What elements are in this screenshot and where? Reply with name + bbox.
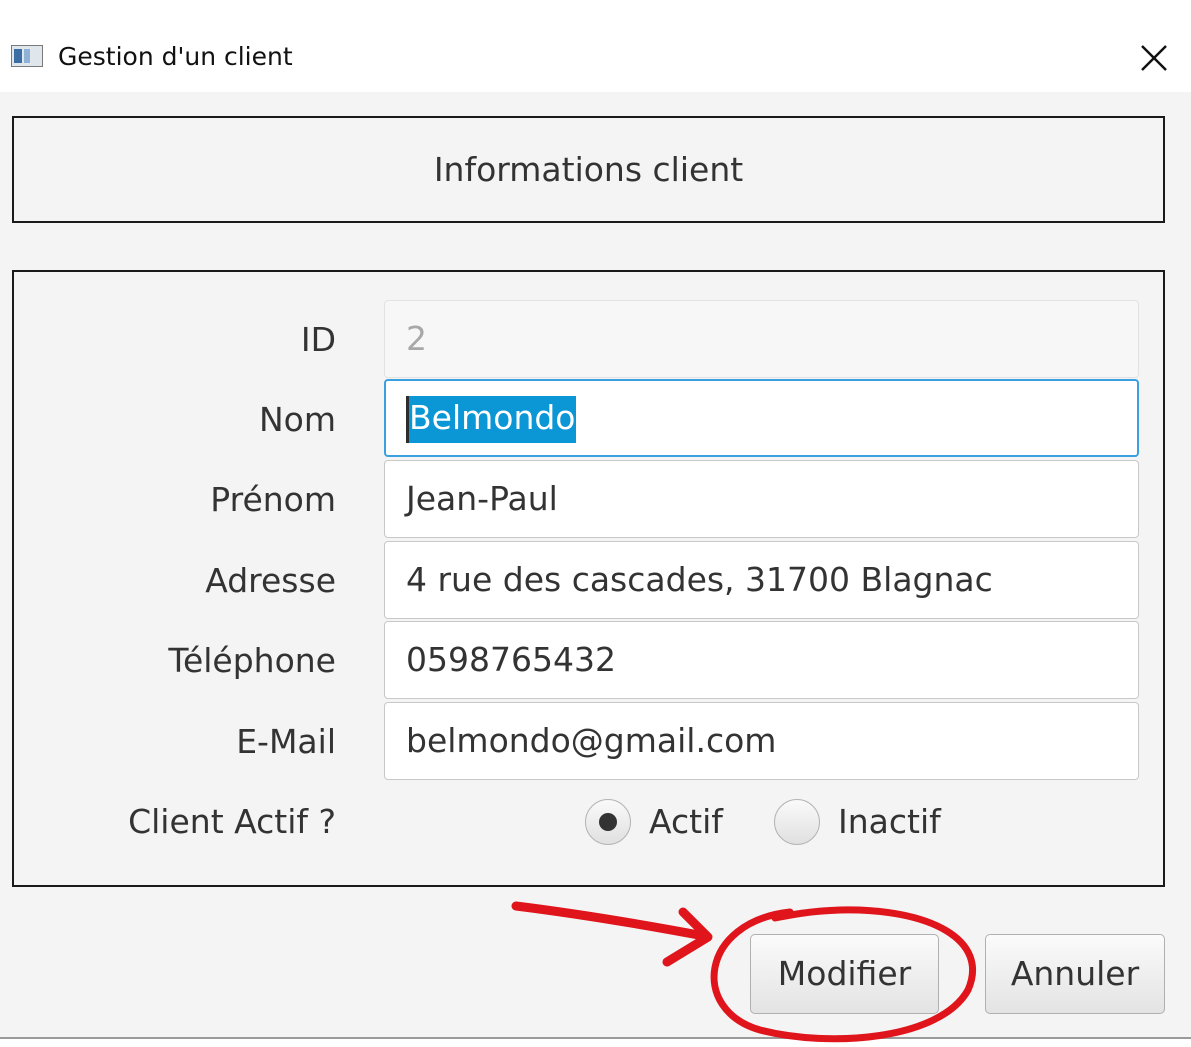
annuler-button[interactable]: Annuler bbox=[985, 934, 1165, 1014]
nom-value: Belmondo bbox=[406, 396, 576, 443]
telephone-label: Téléphone bbox=[168, 641, 336, 680]
prenom-field[interactable]: Jean-Paul bbox=[384, 460, 1139, 538]
header-panel: Informations client bbox=[12, 116, 1165, 223]
nom-label: Nom bbox=[258, 400, 336, 439]
email-value: belmondo@gmail.com bbox=[406, 721, 777, 760]
window-title: Gestion d'un client bbox=[58, 42, 293, 71]
telephone-value: 0598765432 bbox=[406, 640, 616, 679]
radio-inactif-label[interactable]: Inactif bbox=[838, 802, 941, 842]
radio-selected-dot bbox=[599, 813, 617, 831]
close-button[interactable] bbox=[1132, 36, 1176, 80]
telephone-field[interactable]: 0598765432 bbox=[384, 621, 1139, 699]
modifier-button[interactable]: Modifier bbox=[750, 934, 939, 1014]
prenom-value: Jean-Paul bbox=[406, 479, 558, 518]
title-bar: Gestion d'un client bbox=[0, 0, 1191, 92]
radio-inactif[interactable] bbox=[774, 799, 820, 845]
client-actif-label: Client Actif ? bbox=[128, 802, 336, 841]
header-title: Informations client bbox=[433, 150, 744, 189]
adresse-value: 4 rue des cascades, 31700 Blagnac bbox=[406, 560, 993, 599]
id-value: 2 bbox=[406, 319, 427, 358]
id-label: ID bbox=[300, 320, 336, 359]
radio-actif[interactable] bbox=[585, 799, 631, 845]
prenom-label: Prénom bbox=[210, 480, 336, 519]
app-window-icon bbox=[11, 45, 43, 67]
adresse-field[interactable]: 4 rue des cascades, 31700 Blagnac bbox=[384, 541, 1139, 619]
email-label: E-Mail bbox=[236, 722, 336, 761]
id-field: 2 bbox=[384, 300, 1139, 378]
close-icon bbox=[1141, 45, 1167, 71]
adresse-label: Adresse bbox=[205, 561, 336, 600]
email-field[interactable]: belmondo@gmail.com bbox=[384, 702, 1139, 780]
nom-field[interactable]: Belmondo bbox=[384, 379, 1139, 457]
bottom-divider bbox=[0, 1037, 1191, 1039]
radio-actif-label[interactable]: Actif bbox=[649, 802, 723, 842]
